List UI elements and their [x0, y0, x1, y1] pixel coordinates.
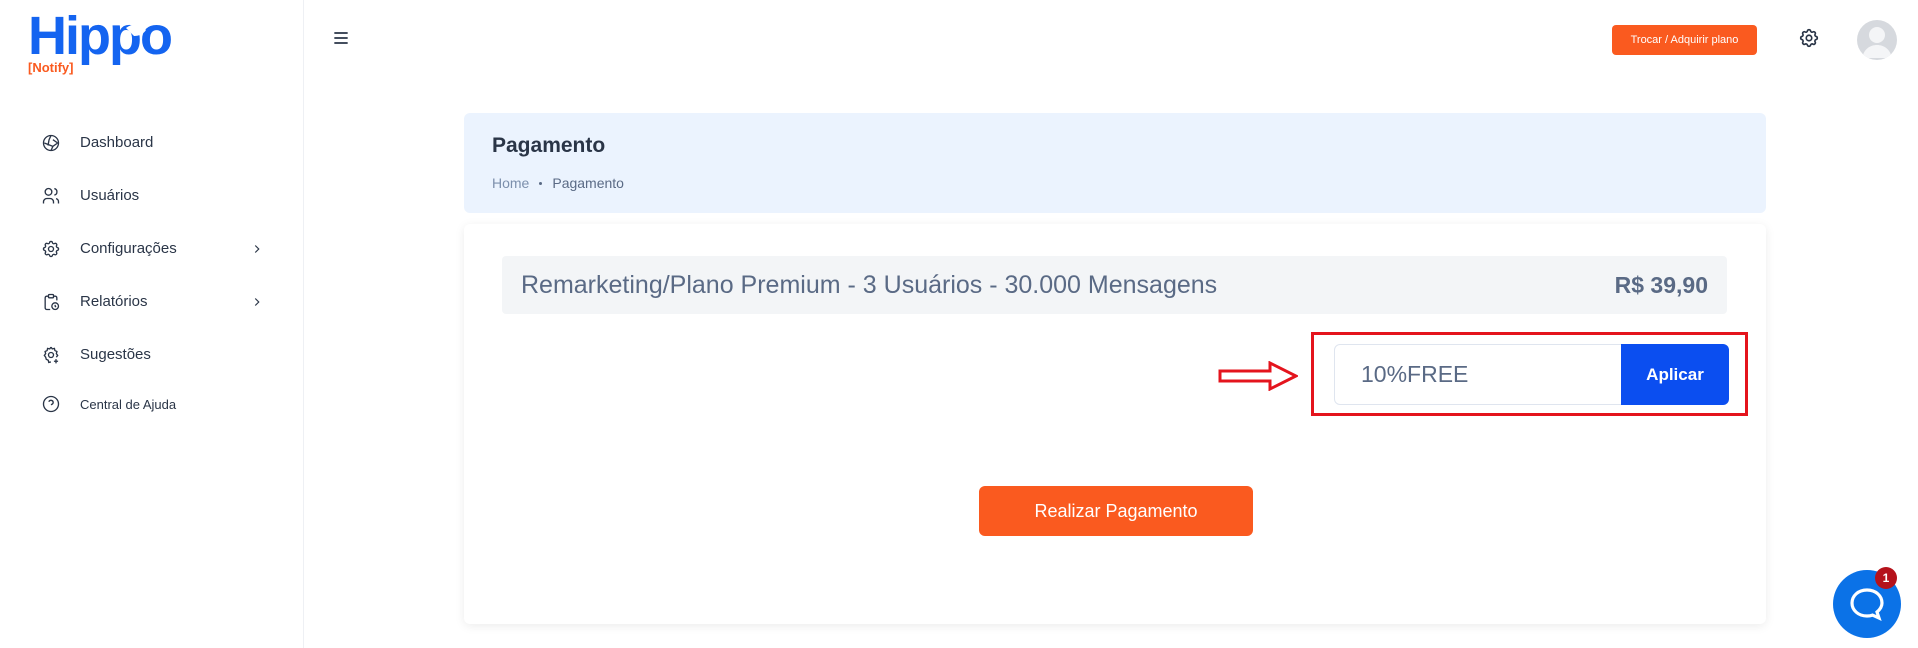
plan-price: R$ 39,90: [1614, 272, 1708, 298]
page-header-card: Pagamento Home Pagamento: [464, 113, 1766, 213]
clipboard-clock-icon: [40, 291, 62, 313]
page-title: Pagamento: [492, 134, 606, 157]
breadcrumb-home-link[interactable]: Home: [492, 175, 529, 191]
sidebar-item-configuracoes[interactable]: Configurações: [0, 222, 304, 275]
hamburger-menu-icon[interactable]: [331, 28, 355, 48]
users-icon: [40, 185, 62, 207]
gear-icon: [40, 238, 62, 260]
hippo-notify-logo[interactable]: Hippo [Notify]: [28, 4, 208, 76]
change-plan-button[interactable]: Trocar / Adquirir plano: [1612, 25, 1757, 55]
sidebar-item-sugestoes[interactable]: Sugestões: [0, 328, 304, 381]
sidebar-item-dashboard[interactable]: Dashboard: [0, 116, 304, 169]
breadcrumb-current: Pagamento: [552, 175, 624, 191]
gear-plus-icon: [40, 344, 62, 366]
topbar: Trocar / Adquirir plano: [305, 0, 1918, 80]
sidebar-item-label: Sugestões: [80, 346, 151, 363]
red-arrow-right-icon: [1218, 361, 1298, 391]
plan-description: Remarketing/Plano Premium - 3 Usuários -…: [521, 271, 1218, 299]
user-silhouette-icon: [1862, 27, 1892, 58]
plan-summary-row: Remarketing/Plano Premium - 3 Usuários -…: [502, 256, 1727, 314]
aperture-icon: [40, 132, 62, 154]
chevron-right-icon: [254, 244, 260, 253]
make-payment-button[interactable]: Realizar Pagamento: [979, 486, 1253, 536]
sidebar-item-usuarios[interactable]: Usuários: [0, 169, 304, 222]
help-circle-icon: [40, 393, 62, 415]
sidebar-item-label: Usuários: [80, 187, 140, 204]
chat-notification-badge: 1: [1875, 567, 1897, 589]
settings-gear-icon[interactable]: [1798, 27, 1824, 53]
sidebar-item-central-de-ajuda[interactable]: Central de Ajuda: [0, 381, 304, 427]
chevron-right-icon: [254, 297, 260, 306]
logo-subtitle: [Notify]: [28, 60, 74, 75]
breadcrumb: Home Pagamento: [492, 175, 624, 191]
user-avatar[interactable]: [1857, 20, 1897, 60]
payment-card: Remarketing/Plano Premium - 3 Usuários -…: [464, 224, 1766, 624]
sidebar-item-label: Central de Ajuda: [80, 396, 177, 412]
sidebar-nav: Dashboard Usuários Configurações Relatór…: [0, 116, 304, 427]
svg-text:Hippo: Hippo: [28, 6, 171, 66]
coupon-input[interactable]: [1334, 344, 1624, 405]
breadcrumb-separator: [539, 181, 543, 185]
sidebar-item-label: Configurações: [80, 240, 177, 257]
sidebar-item-relatorios[interactable]: Relatórios: [0, 275, 304, 328]
sidebar-item-label: Relatórios: [80, 293, 148, 310]
sidebar: Hippo [Notify] Dashboard Usuários Config…: [0, 0, 304, 648]
sidebar-item-label: Dashboard: [80, 134, 154, 151]
apply-coupon-button[interactable]: Aplicar: [1621, 344, 1729, 405]
